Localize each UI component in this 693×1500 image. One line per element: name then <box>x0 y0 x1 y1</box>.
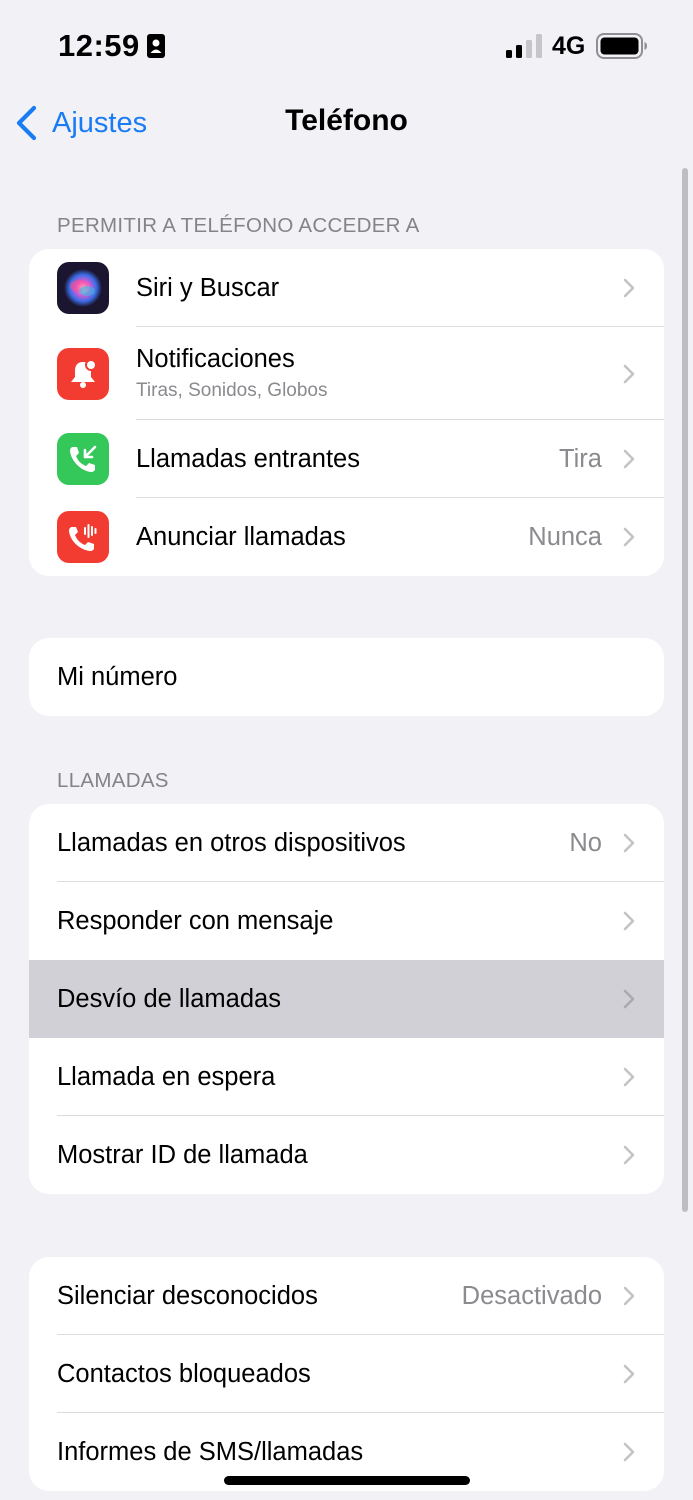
row-call-waiting[interactable]: Llamada en espera <box>29 1038 664 1116</box>
chevron-right-icon <box>623 364 635 383</box>
chevron-right-icon <box>623 911 635 931</box>
row-my-number[interactable]: Mi número <box>29 638 664 716</box>
row-label: Desvío de llamadas <box>57 984 281 1013</box>
chevron-right-icon <box>623 1145 635 1165</box>
row-call-forwarding[interactable]: Desvío de llamadas <box>29 960 664 1038</box>
chevron-right-icon <box>623 989 635 1009</box>
chevron-right-icon <box>623 1067 635 1087</box>
chevron-right-icon <box>623 1442 635 1462</box>
row-show-caller-id[interactable]: Mostrar ID de llamada <box>29 1116 664 1194</box>
battery-icon <box>596 33 647 59</box>
row-notifications[interactable]: Notificaciones Tiras, Sonidos, Globos <box>29 327 664 420</box>
incoming-call-icon <box>57 433 109 485</box>
row-silence-unknown[interactable]: Silenciar desconocidos Desactivado <box>29 1257 664 1335</box>
row-value: No <box>569 828 602 857</box>
page-title: Teléfono <box>285 104 408 137</box>
chevron-right-icon <box>623 1286 635 1306</box>
cellular-signal-icon <box>506 34 542 58</box>
notifications-icon <box>57 347 109 400</box>
row-respond-with-message[interactable]: Responder con mensaje <box>29 882 664 960</box>
network-type: 4G <box>552 32 586 60</box>
row-incoming-calls[interactable]: Llamadas entrantes Tira <box>29 420 664 498</box>
row-blocked-contacts[interactable]: Contactos bloqueados <box>29 1335 664 1413</box>
person-badge-icon <box>147 34 165 58</box>
chevron-right-icon <box>623 833 635 853</box>
row-label: Silenciar desconocidos <box>57 1281 318 1310</box>
row-label: Anunciar llamadas <box>136 522 346 551</box>
row-label: Informes de SMS/llamadas <box>57 1437 364 1466</box>
chevron-right-icon <box>623 278 635 298</box>
row-label: Contactos bloqueados <box>57 1359 311 1388</box>
announce-calls-icon <box>57 511 109 563</box>
row-value: Desactivado <box>461 1281 602 1310</box>
row-announce-calls[interactable]: Anunciar llamadas Nunca <box>29 498 664 576</box>
row-label: Responder con mensaje <box>57 906 334 935</box>
blocking-group: Silenciar desconocidos Desactivado Conta… <box>29 1257 664 1491</box>
access-group: Siri y Buscar Notificaciones Tiras, Soni… <box>29 249 664 576</box>
chevron-right-icon <box>623 1364 635 1384</box>
row-label: Mostrar ID de llamada <box>57 1140 308 1169</box>
section-header-calls: LLAMADAS <box>57 769 169 792</box>
row-value: Nunca <box>528 522 602 551</box>
row-siri[interactable]: Siri y Buscar <box>29 249 664 327</box>
row-label: Notificaciones <box>136 345 295 373</box>
status-time: 12:59 <box>58 28 140 63</box>
calls-group: Llamadas en otros dispositivos No Respon… <box>29 804 664 1194</box>
chevron-right-icon <box>623 449 635 469</box>
row-calls-other-devices[interactable]: Llamadas en otros dispositivos No <box>29 804 664 882</box>
home-indicator[interactable] <box>224 1476 470 1485</box>
row-label: Llamadas entrantes <box>136 444 360 473</box>
chevron-right-icon <box>623 527 635 547</box>
row-sublabel: Tiras, Sonidos, Globos <box>136 380 328 401</box>
section-header-access: PERMITIR A TELÉFONO ACCEDER A <box>57 214 420 237</box>
row-label: Llamadas en otros dispositivos <box>57 828 406 857</box>
scroll-indicator[interactable] <box>682 168 688 1212</box>
siri-icon <box>57 262 109 314</box>
row-label: Llamada en espera <box>57 1062 276 1091</box>
row-label: Mi número <box>57 662 178 691</box>
row-label: Siri y Buscar <box>136 273 280 302</box>
status-bar: 12:59 4G <box>0 0 693 92</box>
number-group: Mi número <box>29 638 664 716</box>
row-value: Tira <box>559 444 602 473</box>
